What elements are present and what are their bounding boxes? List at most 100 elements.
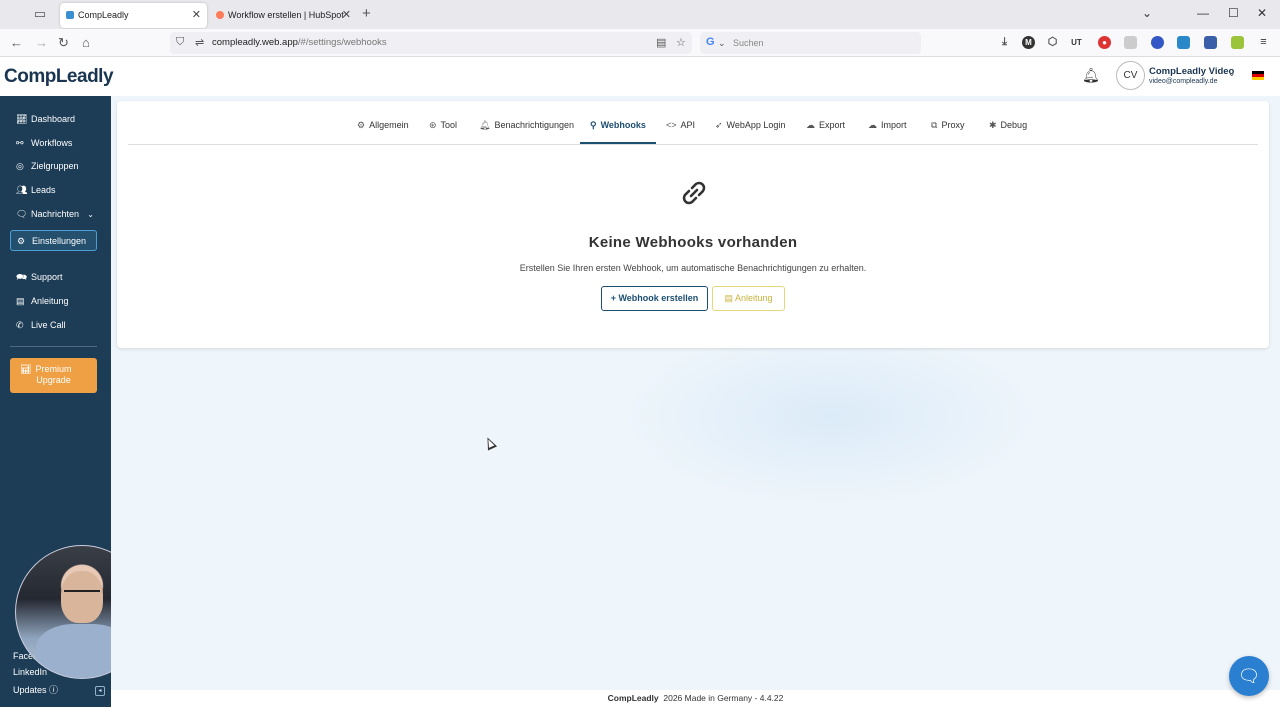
search-bar[interactable]: G ⌄ Suchen: [700, 32, 921, 54]
rocket-icon: ➶: [715, 120, 723, 130]
close-window-icon[interactable]: ✕: [1257, 6, 1267, 20]
extension-ut-icon[interactable]: UT: [1070, 36, 1083, 49]
chevron-down-icon[interactable]: ⌄: [87, 204, 94, 225]
reload-icon[interactable]: ↻: [58, 35, 69, 51]
create-webhook-button[interactable]: + Webhook erstellen: [601, 286, 708, 311]
sidebar-item-label: Workflows: [31, 138, 73, 148]
support-icon: 🗪︎: [16, 272, 28, 282]
minimize-icon[interactable]: —: [1197, 6, 1209, 20]
workflow-icon: ⚯: [16, 138, 24, 148]
sidebar-item-nachrichten[interactable]: 🗨︎ Nachrichten ⌄: [10, 204, 97, 225]
extension-save-icon[interactable]: [1204, 36, 1217, 49]
phone-icon: ✆: [16, 320, 24, 330]
address-bar[interactable]: ⛉ ⇌ compleadly.web.app/#/settings/webhoo…: [170, 32, 692, 54]
extension-m-icon[interactable]: M: [1022, 36, 1035, 49]
app-header: CompLeadly 🔔︎ CV CompLeadly Video video@…: [0, 57, 1280, 96]
close-tab-icon[interactable]: ✕: [192, 3, 201, 28]
messages-icon: 🗨︎: [16, 209, 28, 219]
shield-icon[interactable]: ⛉: [176, 36, 184, 49]
link-icon: [678, 179, 710, 214]
tab-export[interactable]: ☁︎ Export: [806, 120, 845, 144]
person-glasses: [64, 590, 100, 597]
tab-api[interactable]: <> API: [666, 120, 695, 144]
chat-bubble-icon: 🗨︎: [1237, 666, 1261, 686]
tab-list-chevron-icon[interactable]: ⌄: [1142, 6, 1152, 20]
sidebar-item-einstellungen[interactable]: ⚙︎ Einstellungen: [10, 230, 97, 251]
app-logo[interactable]: CompLeadly: [4, 66, 114, 88]
sidebar-item-label: Zielgruppen: [31, 161, 79, 171]
url-text[interactable]: compleadly.web.app/#/settings/webhooks: [212, 37, 387, 48]
new-tab-icon[interactable]: +: [362, 5, 371, 22]
sidebar-item-label: Dashboard: [31, 114, 76, 124]
empty-state-title: Keine Webhooks vorhanden: [588, 234, 798, 251]
updates-link[interactable]: Updates ⓘ: [13, 683, 58, 696]
download-icon[interactable]: ⤓: [998, 36, 1011, 49]
collapse-sidebar-icon[interactable]: ◂: [95, 686, 105, 696]
gear-icon: ⚙︎: [357, 120, 366, 130]
google-icon[interactable]: G: [706, 36, 715, 48]
site-info-icon[interactable]: ⇌: [195, 36, 204, 49]
user-menu-chevron-icon[interactable]: ⌄: [1228, 68, 1236, 79]
tab-overview-icon[interactable]: ▭: [30, 6, 50, 24]
forward-icon[interactable]: →: [35, 35, 48, 50]
sidebar-item-label: Live Call: [31, 320, 66, 330]
sidebar-item-live-call[interactable]: ✆ Live Call: [10, 315, 97, 336]
sidebar-item-zielgruppen[interactable]: ◎ Zielgruppen: [10, 156, 97, 177]
tool-icon: ⊛: [429, 120, 437, 130]
tab-allgemein[interactable]: ⚙︎ Allgemein: [357, 120, 409, 144]
notification-bell-icon[interactable]: 🔔︎: [1082, 67, 1100, 84]
footer-text: 2026 Made in Germany - 4.4.22: [663, 693, 784, 703]
book-icon: ▤: [16, 296, 25, 306]
upgrade-label: Upgrade: [36, 375, 71, 385]
browser-tabbar: ▭ CompLeadly ✕ Workflow erstellen | HubS…: [0, 0, 1280, 29]
extensions-puzzle-icon[interactable]: ⬡: [1046, 36, 1059, 49]
german-flag-icon[interactable]: [1252, 71, 1264, 80]
home-icon[interactable]: ⌂: [82, 35, 90, 50]
sidebar-item-anleitung[interactable]: ▤ Anleitung: [10, 291, 97, 312]
sidebar-item-dashboard[interactable]: 📈︎ Dashboard: [10, 109, 97, 130]
extension-sync-icon[interactable]: [1177, 36, 1190, 49]
bug-icon: ✱: [989, 120, 997, 130]
avatar[interactable]: CV: [1116, 61, 1145, 90]
maximize-icon[interactable]: ☐: [1228, 6, 1239, 20]
close-tab-icon[interactable]: ✕: [342, 3, 351, 28]
sidebar-item-leads[interactable]: 👥︎ Leads: [10, 180, 97, 201]
browser-tab-hubspot[interactable]: Workflow erstellen | HubSpot ✕: [210, 3, 357, 28]
extension-badge-icon[interactable]: ●: [1098, 36, 1111, 49]
extension-blue-icon[interactable]: [1151, 36, 1164, 49]
sidebar-item-label: Einstellungen: [32, 236, 87, 246]
tabs-divider: [128, 144, 1258, 145]
tab-benachrichtigungen[interactable]: 🔔︎ Benachrichtigungen: [479, 120, 574, 144]
target-icon: ◎: [16, 161, 24, 171]
tab-tool[interactable]: ⊛ Tool: [429, 120, 457, 144]
sidebar-item-support[interactable]: 🗪︎ Support: [10, 267, 97, 288]
browser-tab-title: Workflow erstellen | HubSpot: [228, 10, 344, 20]
tab-proxy[interactable]: ⧉ Proxy: [931, 120, 964, 144]
upgrade-chart-icon: 📊︎: [20, 364, 32, 374]
tab-webapp-login[interactable]: ➶ WebApp Login: [715, 120, 785, 144]
browser-tab-compleadly[interactable]: CompLeadly ✕: [60, 3, 207, 28]
extension-grey-icon[interactable]: [1124, 36, 1137, 49]
sidebar-item-workflows[interactable]: ⚯ Workflows: [10, 133, 97, 154]
tab-import[interactable]: ☁︎ Import: [868, 120, 907, 144]
search-placeholder: Suchen: [733, 38, 764, 48]
book-icon: ▤: [724, 293, 735, 303]
extension-leaf-icon[interactable]: [1231, 36, 1244, 49]
tab-webhooks[interactable]: ⚲ Webhooks: [580, 120, 656, 144]
user-email: video@compleadly.de: [1149, 78, 1218, 85]
reader-view-icon[interactable]: ▤: [656, 36, 666, 49]
chat-support-button[interactable]: 🗨︎: [1229, 656, 1269, 696]
back-icon[interactable]: ←: [10, 35, 23, 50]
tab-debug[interactable]: ✱ Debug: [989, 120, 1027, 144]
page-footer: CompLeadly 2026 Made in Germany - 4.4.22: [111, 690, 1280, 707]
sidebar-item-label: Support: [31, 272, 63, 282]
user-name[interactable]: CompLeadly Video: [1149, 66, 1234, 77]
search-engine-chevron-icon[interactable]: ⌄: [718, 38, 726, 49]
premium-upgrade-button[interactable]: 📊︎ Premium Upgrade: [10, 358, 97, 393]
sidebar-item-label: Anleitung: [31, 296, 69, 306]
bookmark-star-icon[interactable]: ☆: [676, 36, 686, 49]
cloud-upload-icon: ☁︎: [868, 120, 877, 130]
menu-hamburger-icon[interactable]: ≡: [1257, 36, 1270, 49]
footer-brand[interactable]: CompLeadly: [608, 693, 659, 703]
guide-button[interactable]: ▤ Anleitung: [712, 286, 785, 311]
